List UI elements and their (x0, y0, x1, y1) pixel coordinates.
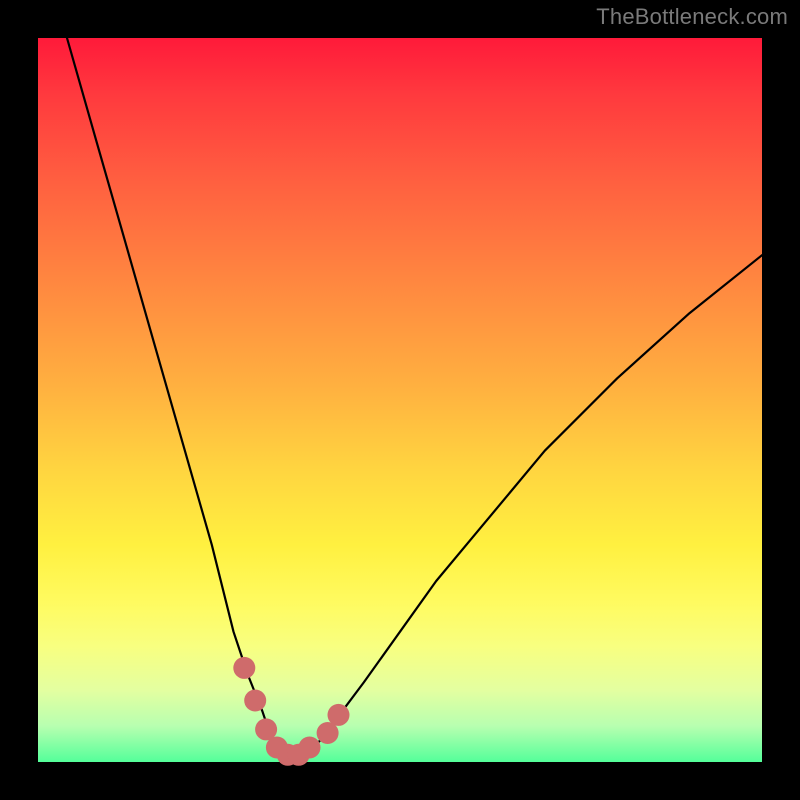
highlight-marker (233, 657, 255, 679)
bottleneck-curve-path (67, 38, 762, 755)
curve-svg (38, 38, 762, 762)
highlight-marker (328, 704, 350, 726)
highlight-marker (244, 690, 266, 712)
highlight-marker (299, 737, 321, 759)
plot-area (38, 38, 762, 762)
highlight-markers (233, 657, 349, 766)
watermark-text: TheBottleneck.com (596, 4, 788, 30)
chart-frame: TheBottleneck.com (0, 0, 800, 800)
